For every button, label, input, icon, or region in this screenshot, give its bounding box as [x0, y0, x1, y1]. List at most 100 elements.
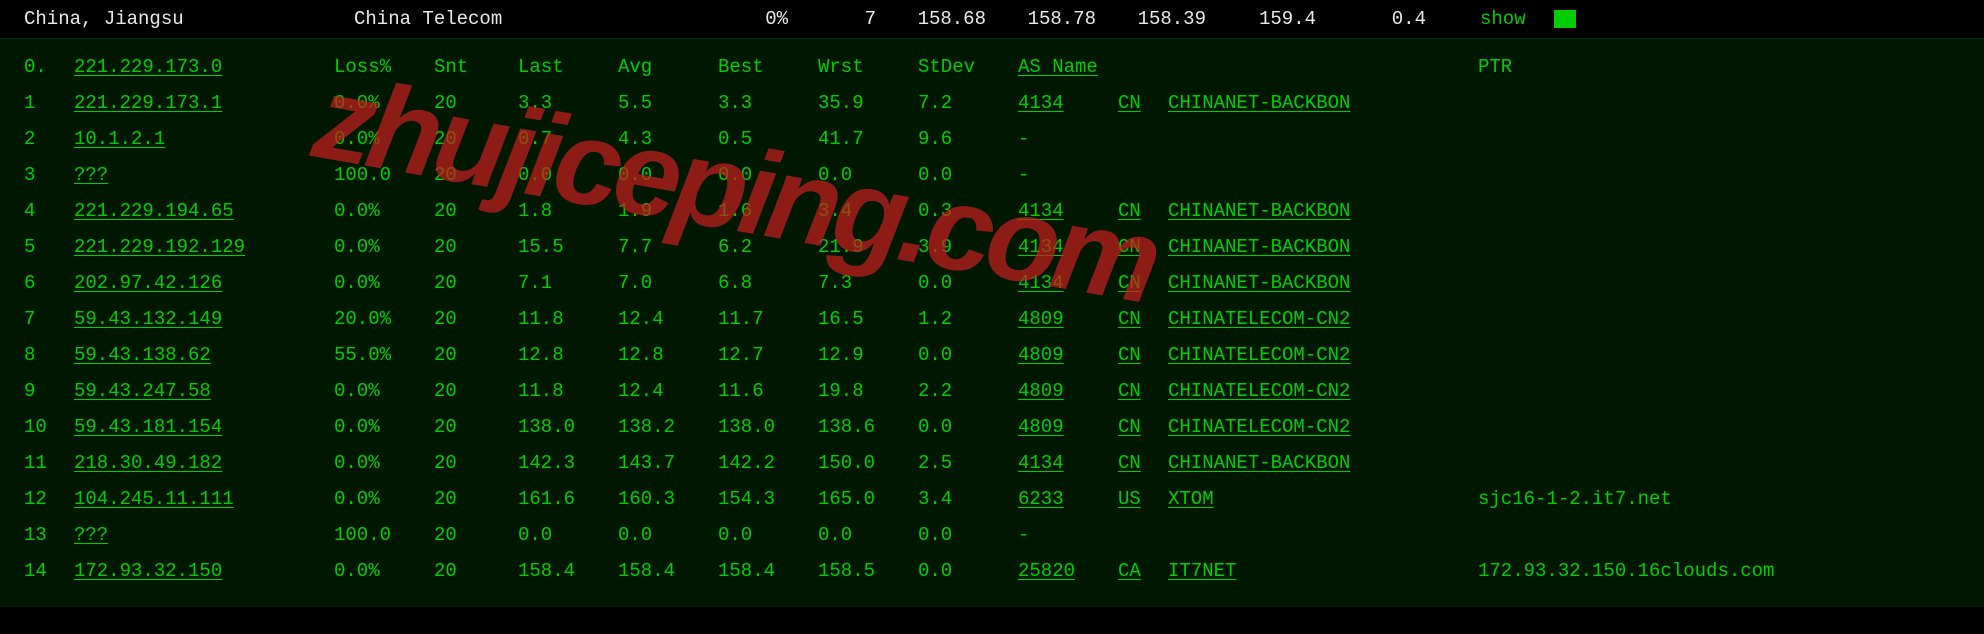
cell-loss: 0.0% [334, 236, 434, 258]
cell-as[interactable]: 6233 [1018, 488, 1118, 510]
cell-ip[interactable]: 221.229.194.65 [74, 200, 334, 222]
cell-hop: 5 [24, 236, 74, 258]
cell-loss: 0.0% [334, 488, 434, 510]
cell-avg: 12.4 [618, 308, 718, 330]
cell-stdev: 9.6 [918, 128, 1018, 150]
cell-ip[interactable]: 202.97.42.126 [74, 272, 334, 294]
cell-as[interactable]: 4134 [1018, 92, 1118, 114]
cell-as[interactable]: 4809 [1018, 344, 1118, 366]
cell-cc[interactable]: CN [1118, 380, 1168, 402]
cell-wrst: 12.9 [818, 344, 918, 366]
cell-cc[interactable]: CN [1118, 416, 1168, 438]
cell-name[interactable]: IT7NET [1168, 560, 1478, 582]
cell-ip[interactable]: 59.43.138.62 [74, 344, 334, 366]
cell-snt: 20 [434, 128, 518, 150]
cell-cc[interactable]: US [1118, 488, 1168, 510]
cell-ip[interactable]: 172.93.32.150 [74, 560, 334, 582]
cell-as[interactable]: 4809 [1018, 416, 1118, 438]
cell-name[interactable]: XTOM [1168, 488, 1478, 510]
cell-best: 11.6 [718, 380, 818, 402]
cell-as[interactable]: 4809 [1018, 380, 1118, 402]
cell-ip[interactable]: 10.1.2.1 [74, 128, 334, 150]
cell-wrst: 165.0 [818, 488, 918, 510]
cell-ptr: 172.93.32.150.16clouds.com [1478, 560, 1960, 582]
cell-snt: 20 [434, 344, 518, 366]
cell-loss: 55.0% [334, 344, 434, 366]
summary-last: 158.68 [876, 8, 986, 30]
summary-loss: 0% [694, 8, 788, 30]
summary-best: 158.39 [1096, 8, 1206, 30]
cell-wrst: 0.0 [818, 164, 918, 186]
cell-ip[interactable]: ??? [74, 524, 334, 546]
cell-wrst: 150.0 [818, 452, 918, 474]
cell-as[interactable]: 4134 [1018, 236, 1118, 258]
cell-hop: 2 [24, 128, 74, 150]
table-row: 8 59.43.138.62 55.0% 20 12.8 12.8 12.7 1… [24, 337, 1960, 373]
cell-cc[interactable]: CN [1118, 200, 1168, 222]
summary-stdev: 0.4 [1316, 8, 1426, 30]
cell-name[interactable]: CHINANET-BACKBON [1168, 272, 1478, 294]
cell-loss: 0.0% [334, 128, 434, 150]
cell-stdev: 0.0 [918, 416, 1018, 438]
cell-cc[interactable]: CN [1118, 92, 1168, 114]
show-link[interactable]: show [1480, 8, 1526, 30]
cell-loss: 0.0% [334, 92, 434, 114]
cell-loss: 0.0% [334, 200, 434, 222]
cell-ip[interactable]: 221.229.173.1 [74, 92, 334, 114]
cell-wrst: 0.0 [818, 524, 918, 546]
cell-ip[interactable]: 59.43.247.58 [74, 380, 334, 402]
status-indicator-icon [1554, 10, 1576, 28]
table-row: 3 ??? 100.0 20 0.0 0.0 0.0 0.0 0.0 - [24, 157, 1960, 193]
cell-wrst: 16.5 [818, 308, 918, 330]
cell-snt: 20 [434, 272, 518, 294]
traceroute-table: 0. 221.229.173.0 Loss% Snt Last Avg Best… [0, 39, 1984, 607]
cell-last: 1.8 [518, 200, 618, 222]
cell-as[interactable]: 25820 [1018, 560, 1118, 582]
cell-snt: 20 [434, 416, 518, 438]
cell-snt: 20 [434, 92, 518, 114]
cell-wrst: 21.9 [818, 236, 918, 258]
cell-name[interactable]: CHINATELECOM-CN2 [1168, 380, 1478, 402]
cell-ip[interactable]: 59.43.132.149 [74, 308, 334, 330]
cell-cc[interactable]: CN [1118, 452, 1168, 474]
cell-as[interactable]: 4134 [1018, 452, 1118, 474]
table-row: 12 104.245.11.111 0.0% 20 161.6 160.3 15… [24, 481, 1960, 517]
header-best: Best [718, 56, 818, 78]
cell-hop: 4 [24, 200, 74, 222]
cell-snt: 20 [434, 164, 518, 186]
header-asname: AS Name [1018, 56, 1478, 78]
cell-name[interactable]: CHINATELECOM-CN2 [1168, 416, 1478, 438]
cell-ip[interactable]: 104.245.11.111 [74, 488, 334, 510]
cell-snt: 20 [434, 452, 518, 474]
cell-wrst: 19.8 [818, 380, 918, 402]
table-header-row: 0. 221.229.173.0 Loss% Snt Last Avg Best… [24, 49, 1960, 85]
cell-name[interactable]: CHINANET-BACKBON [1168, 236, 1478, 258]
cell-cc[interactable]: CN [1118, 344, 1168, 366]
cell-as[interactable]: 4134 [1018, 272, 1118, 294]
cell-name[interactable]: CHINATELECOM-CN2 [1168, 344, 1478, 366]
cell-as[interactable]: 4809 [1018, 308, 1118, 330]
cell-name[interactable]: CHINANET-BACKBON [1168, 452, 1478, 474]
table-row: 9 59.43.247.58 0.0% 20 11.8 12.4 11.6 19… [24, 373, 1960, 409]
cell-cc[interactable]: CA [1118, 560, 1168, 582]
cell-best: 142.2 [718, 452, 818, 474]
cell-name[interactable]: CHINANET-BACKBON [1168, 92, 1478, 114]
cell-name[interactable]: CHINANET-BACKBON [1168, 200, 1478, 222]
cell-best: 0.0 [718, 524, 818, 546]
header-ip: 221.229.173.0 [74, 56, 334, 78]
cell-cc[interactable]: CN [1118, 236, 1168, 258]
cell-ip[interactable]: 218.30.49.182 [74, 452, 334, 474]
cell-ip[interactable]: ??? [74, 164, 334, 186]
cell-ip[interactable]: 59.43.181.154 [74, 416, 334, 438]
table-row: 2 10.1.2.1 0.0% 20 0.7 4.3 0.5 41.7 9.6 … [24, 121, 1960, 157]
cell-cc[interactable]: CN [1118, 272, 1168, 294]
cell-last: 15.5 [518, 236, 618, 258]
cell-as[interactable]: 4134 [1018, 200, 1118, 222]
cell-stdev: 0.0 [918, 164, 1018, 186]
cell-last: 3.3 [518, 92, 618, 114]
cell-loss: 100.0 [334, 524, 434, 546]
cell-cc[interactable]: CN [1118, 308, 1168, 330]
cell-name[interactable]: CHINATELECOM-CN2 [1168, 308, 1478, 330]
cell-stdev: 3.9 [918, 236, 1018, 258]
cell-ip[interactable]: 221.229.192.129 [74, 236, 334, 258]
